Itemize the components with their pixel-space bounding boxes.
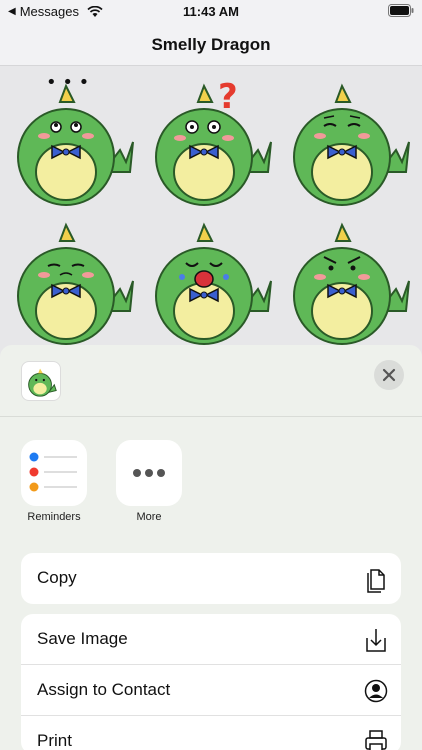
more-app-button[interactable] xyxy=(116,440,182,506)
more-label: More xyxy=(136,511,162,523)
sticker-sad[interactable] xyxy=(8,211,138,346)
sticker-confused[interactable]: ? xyxy=(146,72,276,207)
contact-icon xyxy=(364,679,388,703)
nav-bar: Smelly Dragon xyxy=(0,24,422,66)
share-sheet: Reminders More Copy Save Image Assign to xyxy=(0,345,422,750)
primary-actions: Copy xyxy=(21,553,401,604)
assign-contact-label: Assign to Contact xyxy=(37,680,171,699)
dragon-illustration: ? xyxy=(155,77,272,206)
assign-contact-action[interactable]: Assign to Contact xyxy=(21,665,401,716)
close-icon xyxy=(382,368,396,382)
reminders-app-button[interactable] xyxy=(21,440,87,506)
sticker-thumbnail xyxy=(21,361,61,401)
dragon-thumbnail-icon xyxy=(28,368,57,397)
page-title: Smelly Dragon xyxy=(151,35,271,54)
battery-icon xyxy=(388,4,414,17)
status-bar: ◀ Messages 11:43 AM xyxy=(0,0,422,24)
sticker-grid: • • • ? xyxy=(0,66,422,356)
reminders-label: Reminders xyxy=(27,511,81,523)
copy-icon xyxy=(367,569,385,593)
close-button[interactable] xyxy=(374,360,404,390)
more-icon xyxy=(133,469,165,477)
dragon-illustration xyxy=(293,83,410,206)
print-label: Print xyxy=(37,731,72,750)
printer-icon xyxy=(365,730,387,750)
sticker-worried[interactable] xyxy=(284,72,414,207)
save-image-label: Save Image xyxy=(37,629,128,648)
copy-label: Copy xyxy=(37,568,77,587)
svg-text:?: ? xyxy=(218,77,238,117)
dragon-illustration xyxy=(17,222,134,345)
reminders-icon xyxy=(29,452,77,492)
secondary-actions: Save Image Assign to Contact Print xyxy=(21,614,401,750)
print-action[interactable]: Print xyxy=(21,716,401,750)
status-time: 11:43 AM xyxy=(183,4,239,19)
dragon-illustration xyxy=(155,222,272,345)
sticker-thinking[interactable]: • • • xyxy=(8,72,138,207)
dragon-illustration: • • • xyxy=(17,72,134,206)
copy-action[interactable]: Copy xyxy=(21,553,401,604)
download-icon xyxy=(366,629,386,652)
share-sheet-header xyxy=(0,345,422,417)
save-image-action[interactable]: Save Image xyxy=(21,614,401,665)
dragon-illustration xyxy=(293,222,410,345)
sticker-angry[interactable] xyxy=(284,211,414,346)
sticker-crying[interactable] xyxy=(146,211,276,346)
